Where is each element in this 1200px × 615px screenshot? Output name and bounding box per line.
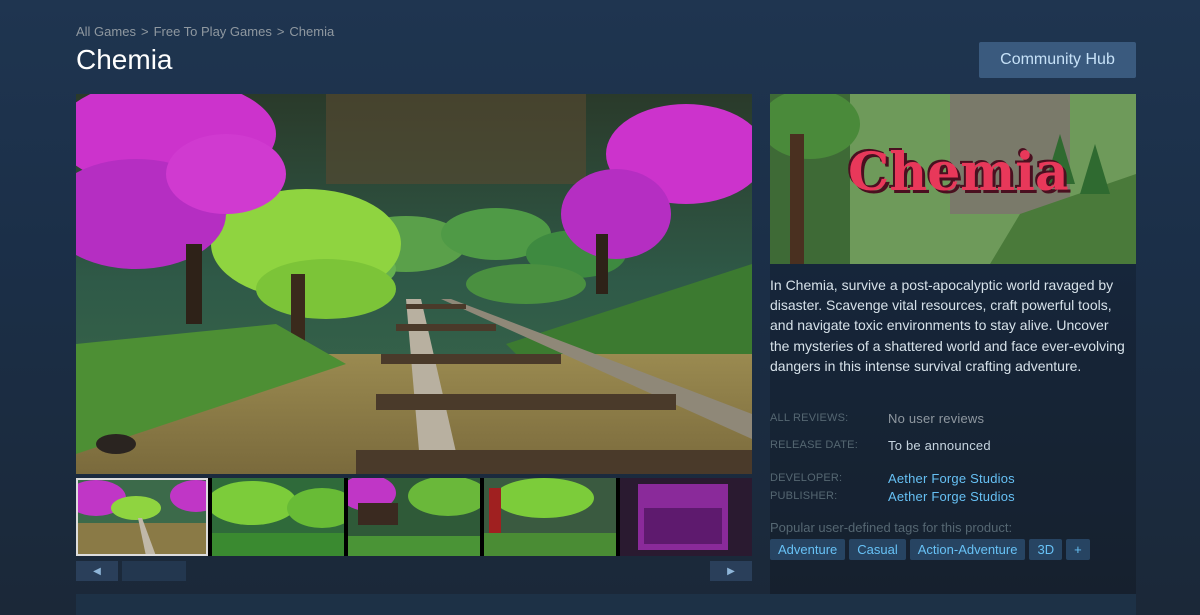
thumbnail-image xyxy=(76,478,208,556)
game-scene-image xyxy=(76,94,752,474)
thumbnail-image xyxy=(484,478,616,556)
thumbnail-3[interactable] xyxy=(348,478,480,556)
reviews-row: ALL REVIEWS: No user reviews xyxy=(770,411,984,426)
capsule-logo: Chemia xyxy=(848,142,1069,203)
tags-list: Adventure Casual Action-Adventure 3D + xyxy=(770,539,1090,560)
thumbnail-image xyxy=(620,478,752,556)
developer-link[interactable]: Aether Forge Studios xyxy=(888,471,1015,486)
tag-adventure[interactable]: Adventure xyxy=(770,539,846,560)
breadcrumb: All Games > Free To Play Games > Chemia xyxy=(76,24,334,39)
bottom-bar xyxy=(76,594,1136,615)
main-screenshot[interactable] xyxy=(76,94,752,474)
publisher-row: PUBLISHER: Aether Forge Studios xyxy=(770,489,1015,504)
game-description: In Chemia, survive a post-apocalyptic wo… xyxy=(770,277,1125,374)
thumbnail-image xyxy=(212,478,344,556)
reviews-value: No user reviews xyxy=(888,411,985,426)
publisher-link[interactable]: Aether Forge Studios xyxy=(888,489,1015,504)
release-date-value: To be announced xyxy=(888,438,991,453)
breadcrumb-current-game[interactable]: Chemia xyxy=(289,24,334,39)
breadcrumb-separator: > xyxy=(276,24,285,39)
release-date-row: RELEASE DATE: To be announced xyxy=(770,438,991,453)
thumbnail-image xyxy=(348,478,480,556)
breadcrumb-free-to-play[interactable]: Free To Play Games xyxy=(154,24,272,39)
developer-label: DEVELOPER: xyxy=(770,472,843,484)
game-info-panel: Chemia In Chemia, survive a post-apocaly… xyxy=(770,94,1136,594)
tag-action-adventure[interactable]: Action-Adventure xyxy=(909,539,1026,560)
breadcrumb-separator: > xyxy=(140,24,149,39)
release-date-label: RELEASE DATE: xyxy=(770,439,858,451)
thumbnail-strip xyxy=(76,478,752,556)
thumbnail-5[interactable] xyxy=(620,478,752,556)
page-title: Chemia xyxy=(76,44,173,75)
publisher-label: PUBLISHER: xyxy=(770,490,838,502)
scroll-thumb[interactable] xyxy=(122,561,186,581)
community-hub-button[interactable]: Community Hub xyxy=(979,42,1136,78)
thumbnail-scrollbar[interactable]: ◀ ▶ xyxy=(76,561,752,581)
scroll-left-button[interactable]: ◀ xyxy=(76,561,118,581)
tag-casual[interactable]: Casual xyxy=(849,539,906,560)
tags-label: Popular user-defined tags for this produ… xyxy=(770,520,1013,535)
thumbnail-4[interactable] xyxy=(484,478,616,556)
scroll-right-button[interactable]: ▶ xyxy=(710,561,752,581)
breadcrumb-all-games[interactable]: All Games xyxy=(76,24,136,39)
header-capsule-image: Chemia xyxy=(770,94,1136,264)
thumbnail-1[interactable] xyxy=(76,478,208,556)
developer-row: DEVELOPER: Aether Forge Studios xyxy=(770,471,1015,486)
add-tag-button[interactable]: + xyxy=(1066,539,1090,560)
reviews-label: ALL REVIEWS: xyxy=(770,412,849,424)
tag-3d[interactable]: 3D xyxy=(1029,539,1063,560)
thumbnail-2[interactable] xyxy=(212,478,344,556)
